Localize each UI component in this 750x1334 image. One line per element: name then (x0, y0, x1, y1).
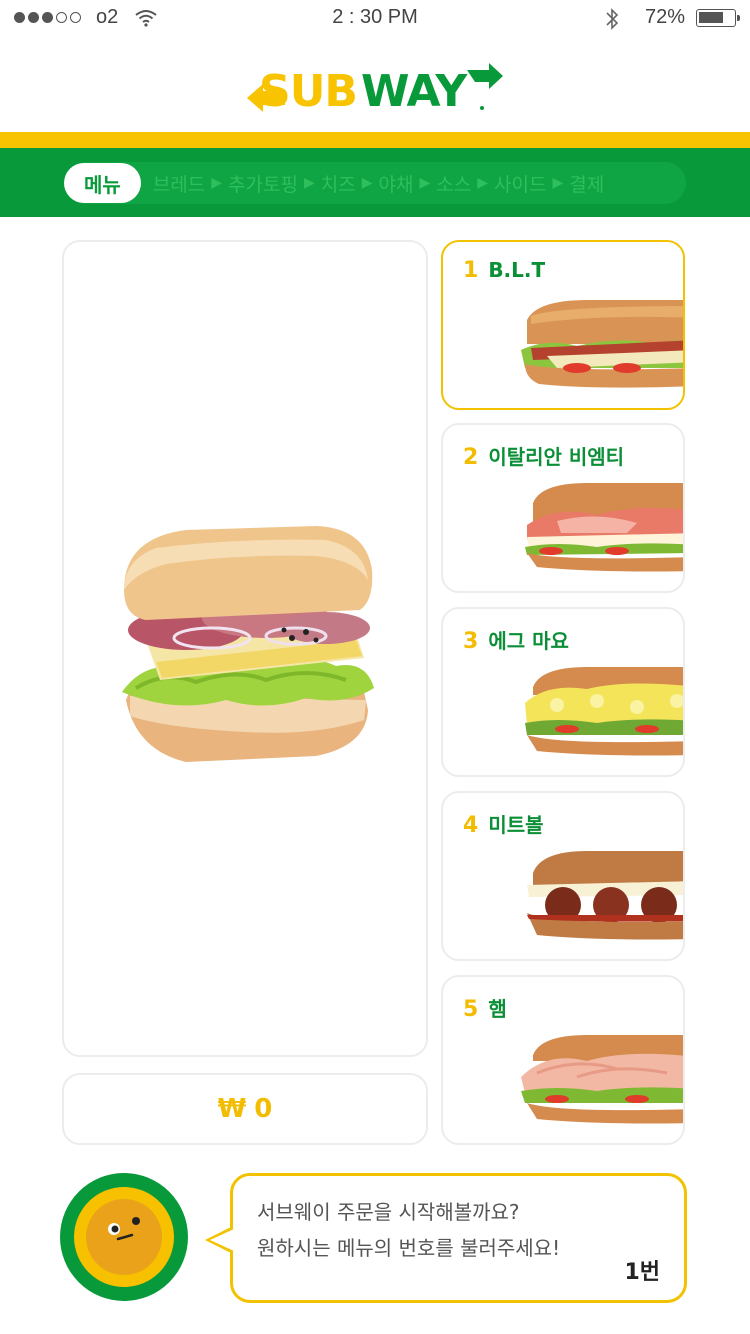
menu-item-2[interactable]: 2 이탈리안 비엠티 (441, 423, 685, 593)
step-bread[interactable]: 브레드 (153, 170, 205, 197)
sandwich-image (517, 298, 683, 394)
battery-percent: 72% (645, 6, 686, 28)
sandwich-preview-image (116, 520, 378, 774)
speech-bubble: 서브웨이 주문을 시작해볼까요? 원하시는 메뉴의 번호를 불러주세요! 1번 (230, 1173, 687, 1303)
menu-item-number: 3 (463, 629, 479, 654)
menu-item-number: 5 (463, 997, 479, 1022)
menu-item-name: 햄 (488, 997, 507, 1021)
voice-answer: 1번 (624, 1260, 660, 1285)
menu-item-header: 4 미트볼 (463, 809, 544, 838)
step-menu-active[interactable]: 메뉴 (64, 163, 141, 203)
step-vegetables[interactable]: 야채 (379, 170, 414, 197)
step-sauce[interactable]: 소스 (436, 170, 471, 197)
order-steps-nav: 메뉴 브레드 ▶ 추가토핑 ▶ 치즈 ▶ 야채 ▶ 소스 ▶ 사이드 ▶ 결제 (64, 162, 686, 204)
menu-item-number: 1 (463, 258, 479, 283)
menu-item-name: 미트볼 (488, 813, 544, 837)
svg-text:SUB: SUB (259, 66, 357, 117)
total-price-card: ₩ 0 (62, 1073, 428, 1145)
total-price: 0 (254, 1094, 273, 1124)
menu-item-header: 5 햄 (463, 993, 507, 1022)
step-arrow-icon: ▶ (361, 175, 373, 191)
speech-bubble-tail-fill (210, 1229, 234, 1251)
bluetooth-icon (604, 6, 620, 36)
menu-item-header: 2 이탈리안 비엠티 (463, 441, 624, 470)
menu-item-header: 1 B.L.T (463, 258, 545, 283)
menu-item-3[interactable]: 3 에그 마요 (441, 607, 685, 777)
status-bar: o2 2 : 30 PM 72% (0, 0, 750, 40)
menu-item-number: 4 (463, 813, 479, 838)
menu-item-5[interactable]: 5 햄 (441, 975, 685, 1145)
menu-item-number: 2 (463, 445, 479, 470)
step-arrow-icon: ▶ (477, 175, 488, 191)
brand-yellow-strip (0, 132, 750, 148)
menu-item-name: 에그 마요 (488, 629, 569, 653)
step-side[interactable]: 사이드 (494, 170, 546, 197)
battery-level-fill (699, 12, 723, 23)
step-payment[interactable]: 결제 (569, 170, 604, 197)
subway-logo: SUB WAY (0, 60, 750, 120)
step-cheese[interactable]: 치즈 (321, 170, 356, 197)
step-arrow-icon: ▶ (552, 175, 564, 191)
mascot-avatar (60, 1173, 188, 1301)
battery-icon (696, 9, 740, 27)
assistant-prompt-line2: 원하시는 메뉴의 번호를 불러주세요! (257, 1236, 561, 1260)
sandwich-image (517, 481, 683, 577)
menu-item-4[interactable]: 4 미트볼 (441, 791, 685, 961)
step-list: 브레드 ▶ 추가토핑 ▶ 치즈 ▶ 야채 ▶ 소스 ▶ 사이드 ▶ 결제 (153, 170, 604, 197)
price-currency: ₩ (217, 1094, 247, 1124)
step-arrow-icon: ▶ (303, 175, 315, 191)
step-extra-topping[interactable]: 추가토핑 (228, 170, 298, 197)
clock: 2 : 30 PM (332, 6, 418, 28)
menu-item-name: 이탈리안 비엠티 (488, 445, 625, 469)
step-arrow-icon: ▶ (211, 175, 223, 191)
svg-text:WAY: WAY (361, 66, 468, 117)
assistant-prompt-line1: 서브웨이 주문을 시작해볼까요? (257, 1200, 520, 1224)
sandwich-preview-card (62, 240, 428, 1057)
menu-item-1[interactable]: 1 B.L.T (441, 240, 685, 410)
sandwich-image (517, 1033, 683, 1129)
sandwich-image (517, 849, 683, 945)
menu-item-header: 3 에그 마요 (463, 625, 569, 654)
sandwich-image (517, 665, 683, 761)
step-arrow-icon: ▶ (419, 175, 431, 191)
menu-item-name: B.L.T (488, 258, 546, 282)
mascot-face-icon (86, 1199, 162, 1275)
